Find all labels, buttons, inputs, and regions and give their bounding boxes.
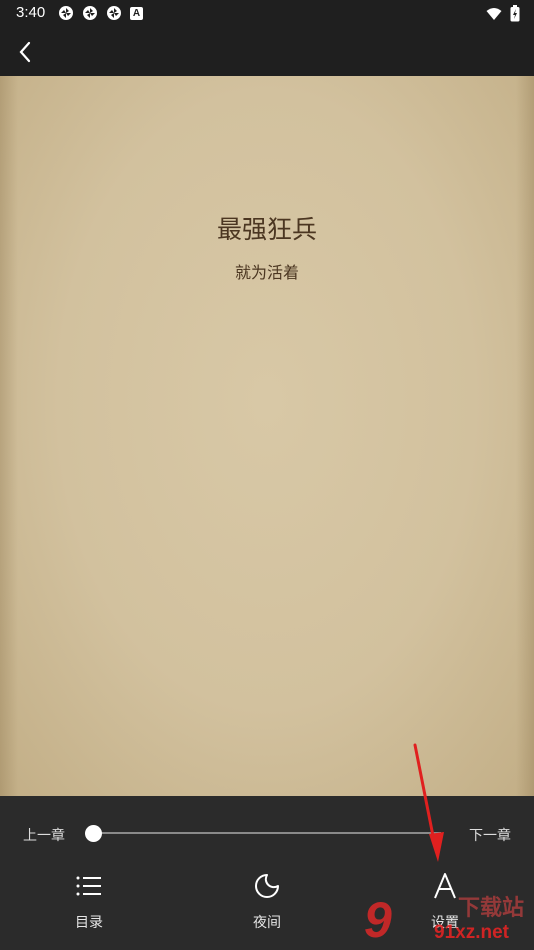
prev-chapter-button[interactable]: 上一章: [23, 825, 65, 845]
site-watermark: 9 下载站 91xz.net: [358, 886, 534, 950]
status-bar: 3:40 A: [0, 0, 534, 28]
status-notification-icons: A: [58, 5, 143, 21]
watermark-site: 91xz.net: [434, 922, 509, 943]
list-icon: [76, 876, 101, 896]
book-page[interactable]: 最强狂兵 就为活着: [0, 76, 534, 796]
status-time: 3:40: [16, 4, 46, 21]
chapter-progress-track[interactable]: [93, 832, 441, 834]
night-mode-label: 夜间: [253, 915, 281, 931]
watermark-text: 下载站: [458, 896, 525, 921]
moon-icon: [255, 874, 279, 898]
battery-icon: [510, 5, 520, 22]
status-system-icons: [486, 5, 520, 22]
aperture-icon: [107, 6, 121, 20]
back-button[interactable]: [8, 36, 42, 68]
chevron-left-icon: [19, 41, 31, 63]
page-shadow-right: [516, 76, 534, 796]
chapter-title: 就为活着: [234, 263, 299, 282]
catalog-label: 目录: [75, 915, 103, 931]
catalog-button[interactable]: 目录: [44, 872, 134, 936]
reader-top-bar: [0, 28, 534, 76]
aperture-icon: [59, 6, 73, 20]
next-chapter-button[interactable]: 下一章: [469, 825, 511, 845]
wifi-icon: [486, 7, 502, 20]
watermark-number: 9: [364, 892, 392, 948]
chapter-progress-thumb[interactable]: [84, 825, 102, 842]
book-title: 最强狂兵: [216, 215, 317, 244]
page-shadow-left: [0, 76, 18, 796]
night-mode-button[interactable]: 夜间: [222, 872, 312, 936]
aperture-icon: [83, 6, 97, 20]
a-badge-icon: A: [130, 7, 143, 20]
